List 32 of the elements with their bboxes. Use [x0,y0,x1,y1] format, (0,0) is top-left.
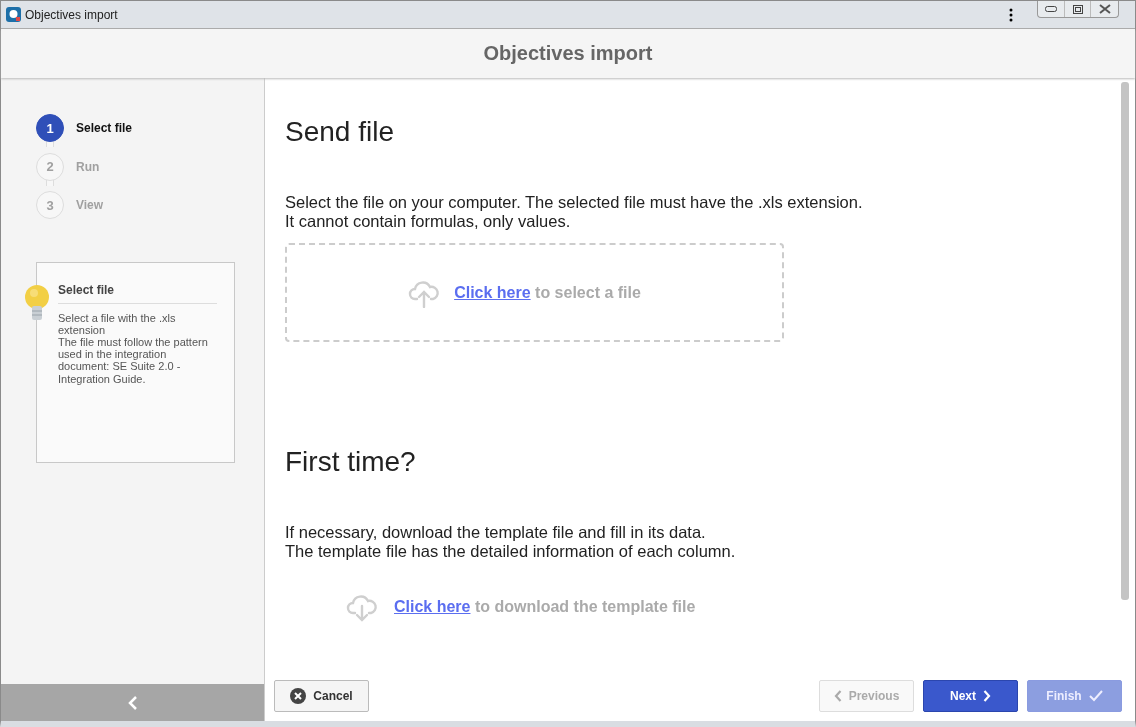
step-label: Select file [76,121,133,136]
step-label: Run [76,159,100,174]
section-heading: First time? [285,446,417,478]
minimize-icon [1045,6,1057,12]
tip-title: Select file [58,282,217,304]
app-logo-icon [6,7,21,22]
window-title: Objectives import [25,7,118,22]
step-number: 2 [36,152,64,181]
checkmark-icon [1088,690,1103,702]
step-label: View [76,198,104,213]
maximize-icon [1072,4,1083,14]
upload-prompt: Click here to select a file [454,283,641,302]
tip-text: Select a file with the .xls extension The file must follow the pattern used in the integration document: SE Suite 2.0 - Integration Guide. [58,311,209,385]
close-icon [1098,4,1111,14]
click-here-link[interactable]: Click here [394,598,471,615]
instruction-text: Select the file on your computer. The selected file must have the .xls extension. It cannot contain formulas, only values. [285,193,864,231]
more-menu-icon[interactable] [1009,7,1013,22]
cloud-download-icon [346,592,378,622]
section-heading: Send file [285,116,395,148]
chevron-left-icon [127,695,138,710]
dialog-title: Objectives import [483,42,653,65]
cancel-icon [290,688,307,704]
next-button[interactable]: Next [923,680,1018,712]
click-here-link[interactable]: Click here [454,283,531,301]
file-drop-zone[interactable]: Click here to select a file [285,243,784,342]
instruction-text: If necessary, download the template file and fill in its data. The template file has the detailed information of each column. [285,523,737,561]
cancel-button[interactable]: Cancel [274,680,369,712]
chevron-right-icon [983,690,991,702]
step-number: 3 [36,191,64,220]
download-prompt: Click here to download the template file [394,598,696,616]
step-number: 1 [36,114,64,143]
chevron-left-icon [833,690,842,702]
